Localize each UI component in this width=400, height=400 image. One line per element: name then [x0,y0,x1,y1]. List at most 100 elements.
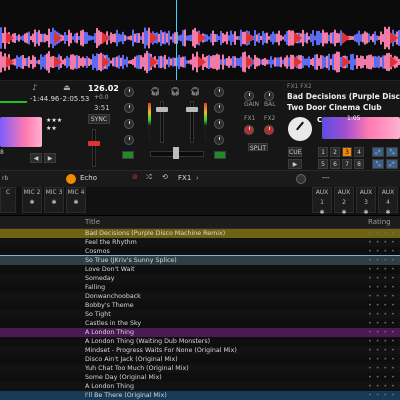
track-rating[interactable]: • • • • • [368,355,400,364]
left-deck-next-button[interactable]: ▶ [44,153,56,163]
track-rating[interactable]: • • • • • [368,247,400,256]
track-rating[interactable]: • • • • • [368,283,400,292]
mixer-lo-knob-2[interactable] [214,135,224,145]
track-rating[interactable]: • • • • • [368,310,400,319]
fx1-assign-right[interactable] [214,151,226,159]
table-row[interactable]: Disco Ain't Jack (Original Mix) • • • • • [0,355,400,364]
mic-3-star-icon[interactable]: ✱ [45,198,63,208]
table-row[interactable]: So Tight • • • • • [0,310,400,319]
aux-3-strip[interactable]: AUX 3 ✱ [356,187,376,216]
fx-right-toggle[interactable] [296,174,306,184]
table-row[interactable]: A London Thing • • • • • [0,328,400,337]
mic-1-strip[interactable]: C [0,187,16,213]
table-row[interactable]: Donwanchooback • • • • • [0,292,400,301]
track-rating[interactable]: • • • • • [368,292,400,301]
track-rating[interactable]: • • • • • [368,373,400,382]
right-play-button[interactable]: ▶ [288,159,302,169]
table-row[interactable]: I'll Be There (Original Mix) • • • • • [0,391,400,400]
hotcue-button-2[interactable]: 2 [330,147,340,157]
table-row[interactable]: Bad Decisions (Purple Disco Machine Remi… [0,229,400,238]
left-sync-button[interactable]: SYNC [88,114,110,124]
mic-4-star-icon[interactable]: ✱ [67,198,85,208]
fx1-assign-left[interactable] [122,151,134,159]
channel-fader-2-cap[interactable] [186,107,198,112]
table-row[interactable]: Bobby's Theme • • • • • [0,301,400,310]
fx-record-icon[interactable]: ⊘ [132,173,138,181]
table-row[interactable]: Falling • • • • • [0,283,400,292]
aux-4-strip[interactable]: AUX 4 ✱ [378,187,398,216]
left-pitch-fader[interactable] [92,129,96,167]
track-rating[interactable]: • • • • • [368,391,400,400]
track-rating[interactable]: • • • • • [368,328,400,337]
loop-out-button[interactable]: ⤡ [386,147,398,157]
hotcue-button-6[interactable]: 6 [330,159,340,169]
head-gain-knob[interactable] [264,125,274,135]
aux-2-strip[interactable]: AUX 2 ✱ [334,187,354,216]
track-rating[interactable]: • • • • • [368,256,400,265]
split-button[interactable]: SPLIT [248,143,268,152]
hotcue-button-3[interactable]: 3 [342,147,352,157]
table-row[interactable]: Someday • • • • • [0,274,400,283]
track-rating[interactable]: • • • • • [368,319,400,328]
left-eject-icon[interactable]: ⏏ [63,83,71,92]
hotcue-button-8[interactable]: 8 [354,159,364,169]
hotcue-button-4[interactable]: 4 [354,147,364,157]
head-mix-knob[interactable] [244,125,254,135]
left-deck-prev-button[interactable]: ◀ [30,153,42,163]
master-gain-knob[interactable] [244,91,254,101]
right-deck-vinyl[interactable] [288,117,312,141]
track-rating[interactable]: • • • • • [368,382,400,391]
hotcue-button-7[interactable]: 7 [342,159,352,169]
hotcue-button-1[interactable]: 1 [318,147,328,157]
track-rating[interactable]: • • • • • [368,301,400,310]
table-row[interactable]: Feel the Rhythm • • • • • [0,238,400,247]
crossfader-cap[interactable] [173,147,179,159]
mic-3-strip[interactable]: MIC 3 ✱ [44,187,64,213]
track-rating[interactable]: • • • • • [368,364,400,373]
mixer-hi-knob-2[interactable] [214,119,224,129]
mixer-lo-knob-1[interactable] [124,135,134,145]
right-hotcue-pad[interactable]: 1 2 3 4 5 6 7 8 [318,147,368,169]
waveform-deck-right[interactable] [0,44,400,80]
track-rating[interactable]: • • • • • [368,346,400,355]
table-row[interactable]: So True (JKriv's Sunny Splice) • • • • • [0,255,400,266]
track-rating[interactable]: • • • • • [368,238,400,247]
fx-shuffle-icon[interactable]: ⤮ [146,173,152,182]
table-row[interactable]: A London Thing • • • • • [0,382,400,391]
right-deck-transport-grid[interactable]: ⤢ ⤡ ⤡ ⤢ [372,147,398,169]
mixer-gain-knob-2[interactable] [214,87,224,97]
fx-repeat-icon[interactable]: ⟲ [162,173,168,181]
beatjump-back-button[interactable]: ⤡ [372,159,384,169]
fx-unit-chevron-icon[interactable]: › [196,174,199,182]
headphone-icon-3[interactable]: 🎧︎ [190,87,200,96]
left-deck-loop-grid[interactable]: ★★★ ★★ [46,117,68,139]
track-rating[interactable]: • • • • • [368,274,400,283]
table-row[interactable]: Mindset - Progress Waits For None (Origi… [0,346,400,355]
right-cue-button[interactable]: CUE [288,147,302,157]
table-row[interactable]: Love Don't Wait • • • • • [0,265,400,274]
track-rating[interactable]: • • • • • [368,229,400,238]
mic-2-star-icon[interactable]: ✱ [23,198,41,208]
mixer-gain-knob-1[interactable] [124,87,134,97]
fx-enable-toggle[interactable] [66,174,76,184]
mixer-headphone-buttons[interactable]: 🎧︎ 🎧︎ 🎧︎ [150,87,206,97]
table-row[interactable]: Some Day (Original Mix) • • • • • [0,373,400,382]
beatjump-forward-button[interactable]: ⤢ [386,159,398,169]
fx-right-effect[interactable]: --- [322,174,330,182]
mic-2-strip[interactable]: MIC 2 ✱ [22,187,42,213]
mic-4-strip[interactable]: MIC 4 ✱ [66,187,86,213]
left-pitch-fader-cap[interactable] [88,141,100,146]
mixer-mid-knob-1[interactable] [124,103,134,113]
table-row[interactable]: Cosmos • • • • • [0,247,400,256]
waveform-overview[interactable] [0,0,400,80]
loop-in-button[interactable]: ⤢ [372,147,384,157]
track-rating[interactable]: • • • • • [368,337,400,346]
column-title-header[interactable]: Title [85,218,100,226]
mixer-mid-knob-2[interactable] [214,103,224,113]
master-bal-knob[interactable] [264,91,274,101]
channel-fader-1-cap[interactable] [156,107,168,112]
fx-effect-name[interactable]: Echo [80,174,97,182]
aux-1-strip[interactable]: AUX 1 ✱ [312,187,332,216]
hotcue-button-5[interactable]: 5 [318,159,328,169]
table-row[interactable]: A London Thing (Waiting Dub Monsters) • •… [0,337,400,346]
